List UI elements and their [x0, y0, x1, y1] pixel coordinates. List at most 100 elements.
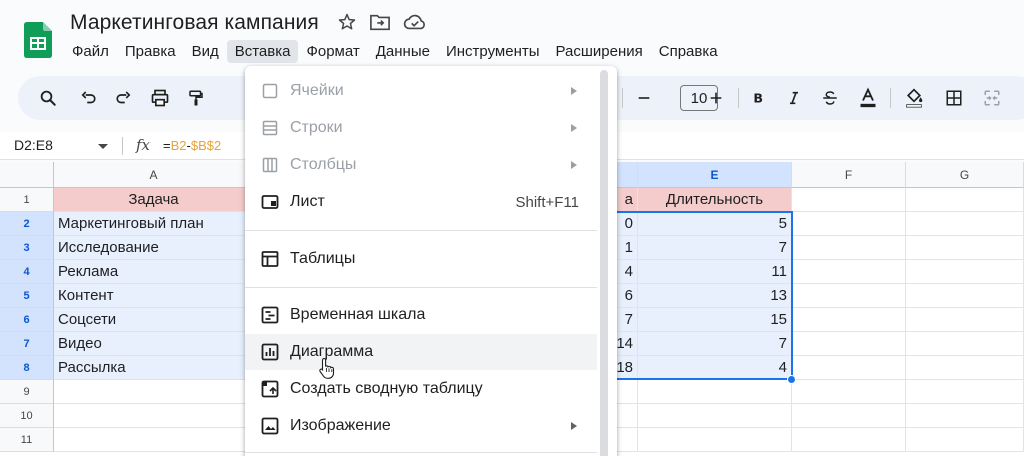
row-header-3[interactable]: 3	[0, 236, 54, 260]
paint-format-icon[interactable]	[184, 86, 208, 110]
table-cell-task[interactable]: Исследование	[54, 236, 254, 260]
menu-item-columns[interactable]: Столбцы	[245, 147, 597, 183]
menu-file[interactable]: Файл	[64, 40, 117, 63]
columns-icon	[260, 155, 280, 175]
menu-item-cells[interactable]: Ячейки	[245, 73, 597, 109]
menu-item-timeline[interactable]: Временная шкала	[245, 297, 597, 333]
pivot-table-icon	[260, 379, 280, 399]
table-cell-duration[interactable]: 15	[638, 308, 792, 332]
search-icon[interactable]	[36, 86, 60, 110]
empty-cells-f[interactable]	[792, 212, 906, 452]
cloud-saved-icon[interactable]	[403, 12, 427, 32]
menu-format[interactable]: Формат	[298, 40, 367, 63]
table-cell-task[interactable]: Рассылка	[54, 356, 254, 380]
sheet-icon	[260, 192, 280, 212]
increase-font-icon[interactable]	[704, 86, 728, 110]
column-header-f[interactable]: F	[792, 162, 906, 188]
print-icon[interactable]	[148, 86, 172, 110]
toolbar-divider	[738, 88, 739, 108]
menu-item-label: Строки	[290, 119, 343, 136]
formula-eq: =	[163, 138, 171, 153]
table-cell-duration[interactable]: 11	[638, 260, 792, 284]
star-icon[interactable]	[337, 12, 357, 32]
submenu-arrow-icon	[571, 87, 577, 95]
empty-cells-a[interactable]	[54, 380, 254, 452]
row-header-4[interactable]: 4	[0, 260, 54, 284]
empty-cells-e[interactable]	[638, 380, 792, 452]
document-title[interactable]: Маркетинговая кампания	[70, 11, 319, 35]
row-header-10[interactable]: 10	[0, 404, 54, 428]
table-cell-task[interactable]: Реклама	[54, 260, 254, 284]
menu-scrollbar[interactable]	[600, 70, 608, 456]
table-cell-duration[interactable]: 7	[638, 332, 792, 356]
cell-a1[interactable]: Задача	[54, 188, 254, 212]
menu-help[interactable]: Справка	[651, 40, 726, 63]
move-folder-icon[interactable]	[369, 12, 391, 32]
column-header-e[interactable]: E	[638, 162, 792, 188]
table-cell-task[interactable]: Маркетинговый план	[54, 212, 254, 236]
formula-input[interactable]: =B2-$B$2	[163, 138, 221, 153]
title-actions	[337, 12, 427, 32]
decrease-font-icon[interactable]	[632, 86, 656, 110]
shortcut-label: Shift+F11	[515, 193, 579, 211]
formula-ref-2: $B$2	[190, 138, 222, 153]
italic-icon[interactable]	[782, 86, 806, 110]
menu-item-chart[interactable]: Диаграмма	[245, 334, 597, 370]
timeline-icon	[260, 305, 280, 325]
menu-data[interactable]: Данные	[368, 40, 438, 63]
table-cell-duration[interactable]: 7	[638, 236, 792, 260]
table-cell-duration[interactable]: 5	[638, 212, 792, 236]
insert-menu: Ячейки Строки Столбцы Лист Shift+F11 Таб…	[245, 66, 617, 456]
row-header-7[interactable]: 7	[0, 332, 54, 356]
table-cell-duration[interactable]: 4	[638, 356, 792, 380]
table-cell-task[interactable]: Соцсети	[54, 308, 254, 332]
text-color-icon[interactable]	[856, 86, 880, 110]
menu-divider	[245, 452, 597, 453]
menu-edit[interactable]: Правка	[117, 40, 184, 63]
row-header-6[interactable]: 6	[0, 308, 54, 332]
undo-icon[interactable]	[76, 86, 100, 110]
fill-color-icon[interactable]	[902, 86, 926, 110]
table-cell-task[interactable]: Контент	[54, 284, 254, 308]
cell-checkbox-icon	[260, 81, 280, 101]
fill-handle[interactable]	[787, 375, 796, 384]
strikethrough-icon[interactable]	[818, 86, 842, 110]
menu-view[interactable]: Вид	[184, 40, 227, 63]
merge-cells-icon[interactable]	[980, 86, 1004, 110]
image-icon	[260, 416, 280, 436]
row-header-2[interactable]: 2	[0, 212, 54, 236]
menu-tools[interactable]: Инструменты	[438, 40, 548, 63]
menu-insert[interactable]: Вставка	[226, 39, 299, 63]
empty-cells-g[interactable]	[906, 212, 1024, 452]
borders-icon[interactable]	[942, 86, 966, 110]
cell-g1[interactable]	[906, 188, 1024, 212]
formula-divider	[122, 137, 123, 155]
toolbar-divider	[622, 88, 623, 108]
sheets-logo-icon[interactable]	[24, 22, 52, 58]
cell-f1[interactable]	[792, 188, 906, 212]
svg-text:B: B	[753, 91, 763, 106]
row-header-9[interactable]: 9	[0, 380, 54, 404]
menu-item-rows[interactable]: Строки	[245, 110, 597, 146]
row-header-11[interactable]: 11	[0, 428, 54, 452]
column-header-a[interactable]: A	[54, 162, 254, 188]
row-header-8[interactable]: 8	[0, 356, 54, 380]
row-header-1[interactable]: 1	[0, 188, 54, 212]
menu-item-label: Ячейки	[290, 82, 344, 99]
menu-extensions[interactable]: Расширения	[548, 40, 651, 63]
column-header-g[interactable]: G	[906, 162, 1024, 188]
row-header-5[interactable]: 5	[0, 284, 54, 308]
redo-icon[interactable]	[112, 86, 136, 110]
select-all-corner[interactable]	[0, 162, 54, 188]
table-cell-duration[interactable]: 13	[638, 284, 792, 308]
cell-e1[interactable]: Длительность	[638, 188, 792, 212]
menu-item-tables[interactable]: Таблицы	[245, 241, 597, 277]
table-cell-task[interactable]: Видео	[54, 332, 254, 356]
chevron-down-icon[interactable]	[98, 144, 108, 149]
menu-item-label: Столбцы	[290, 156, 357, 173]
menu-item-image[interactable]: Изображение	[245, 408, 597, 444]
menu-item-pivot-table[interactable]: Создать сводную таблицу	[245, 371, 597, 407]
bold-icon[interactable]: B	[746, 86, 770, 110]
menu-item-sheet[interactable]: Лист Shift+F11	[245, 184, 597, 220]
name-box[interactable]: D2:E8	[14, 137, 53, 153]
